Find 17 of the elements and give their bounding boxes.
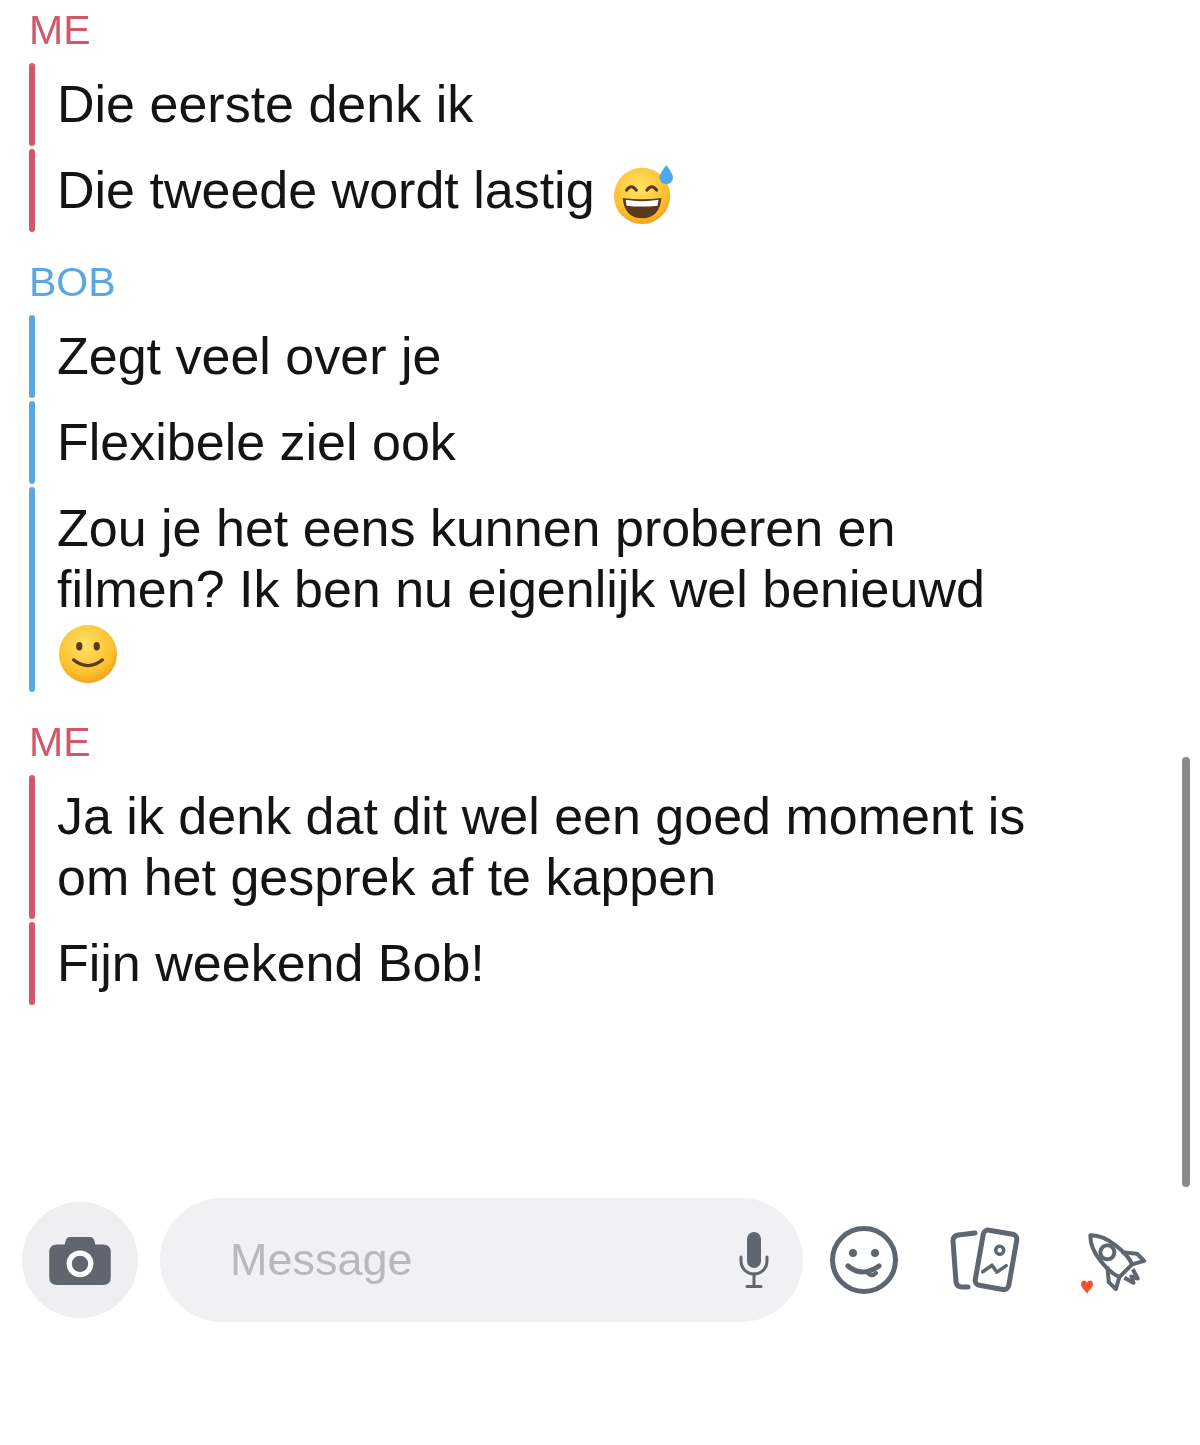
smiley-icon[interactable] xyxy=(829,1225,899,1295)
sender-name: BOB xyxy=(29,260,116,304)
slightly-smiling-face-icon xyxy=(57,623,119,686)
sender-name: ME xyxy=(29,8,91,52)
message-text: Ja ik denk dat dit wel een goed moment is om het gesprek af te kappen xyxy=(57,787,1026,906)
camera-icon xyxy=(49,1235,111,1285)
message-text: Die tweede wordt lastig xyxy=(57,161,595,219)
message-text: Flexibele ziel ook xyxy=(57,413,456,471)
sender-name: ME xyxy=(29,720,91,764)
message-text: Die eerste denk ik xyxy=(57,75,474,133)
message-text: Fijn weekend Bob! xyxy=(57,934,485,992)
microphone-icon[interactable] xyxy=(738,1231,770,1289)
message-text: Zou je het eens kunnen proberen en filmen? Ik ben nu eigenlijk wel benieuwd xyxy=(57,499,985,618)
message-field[interactable]: Message xyxy=(160,1198,803,1322)
grinning-sweat-face-icon xyxy=(612,163,675,226)
message-text: Zegt veel over je xyxy=(57,327,442,385)
scrollbar-thumb[interactable] xyxy=(1182,757,1190,1187)
